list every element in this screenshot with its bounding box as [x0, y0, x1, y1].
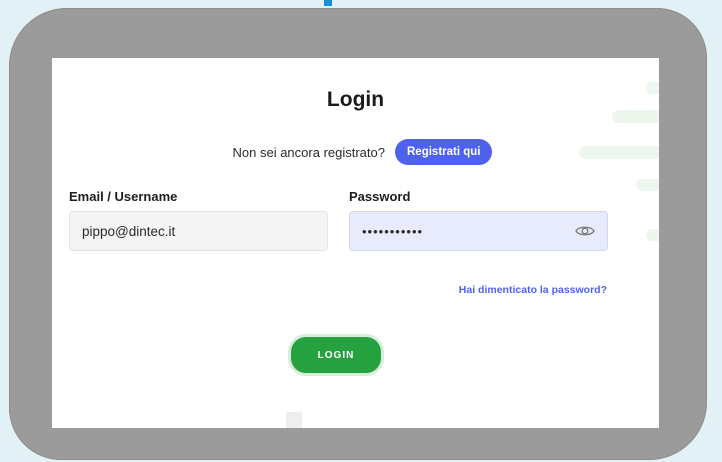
register-button[interactable]: Registrati qui — [395, 139, 493, 165]
email-field[interactable]: pippo@dintec.it — [69, 211, 328, 251]
eye-icon[interactable] — [575, 224, 595, 238]
login-screen: Login Non sei ancora registrato? Registr… — [52, 58, 659, 428]
forgot-password-link[interactable]: Hai dimenticato la password? — [459, 284, 607, 296]
email-value: pippo@dintec.it — [82, 223, 176, 239]
decorative-bar — [646, 229, 659, 241]
register-prompt: Non sei ancora registrato? Registrati qu… — [52, 138, 659, 166]
email-label: Email / Username — [69, 189, 178, 204]
device-frame: Login Non sei ancora registrato? Registr… — [9, 8, 707, 460]
register-question: Non sei ancora registrato? — [232, 144, 385, 160]
password-field[interactable]: ••••••••••• — [349, 211, 608, 251]
page-title: Login — [326, 88, 385, 111]
top-accent-mark — [324, 0, 332, 6]
password-label: Password — [349, 189, 411, 204]
decorative-bar — [636, 179, 659, 191]
decorative-square — [286, 412, 302, 428]
password-value: ••••••••••• — [362, 223, 424, 239]
login-button[interactable]: LOGIN — [288, 334, 384, 376]
